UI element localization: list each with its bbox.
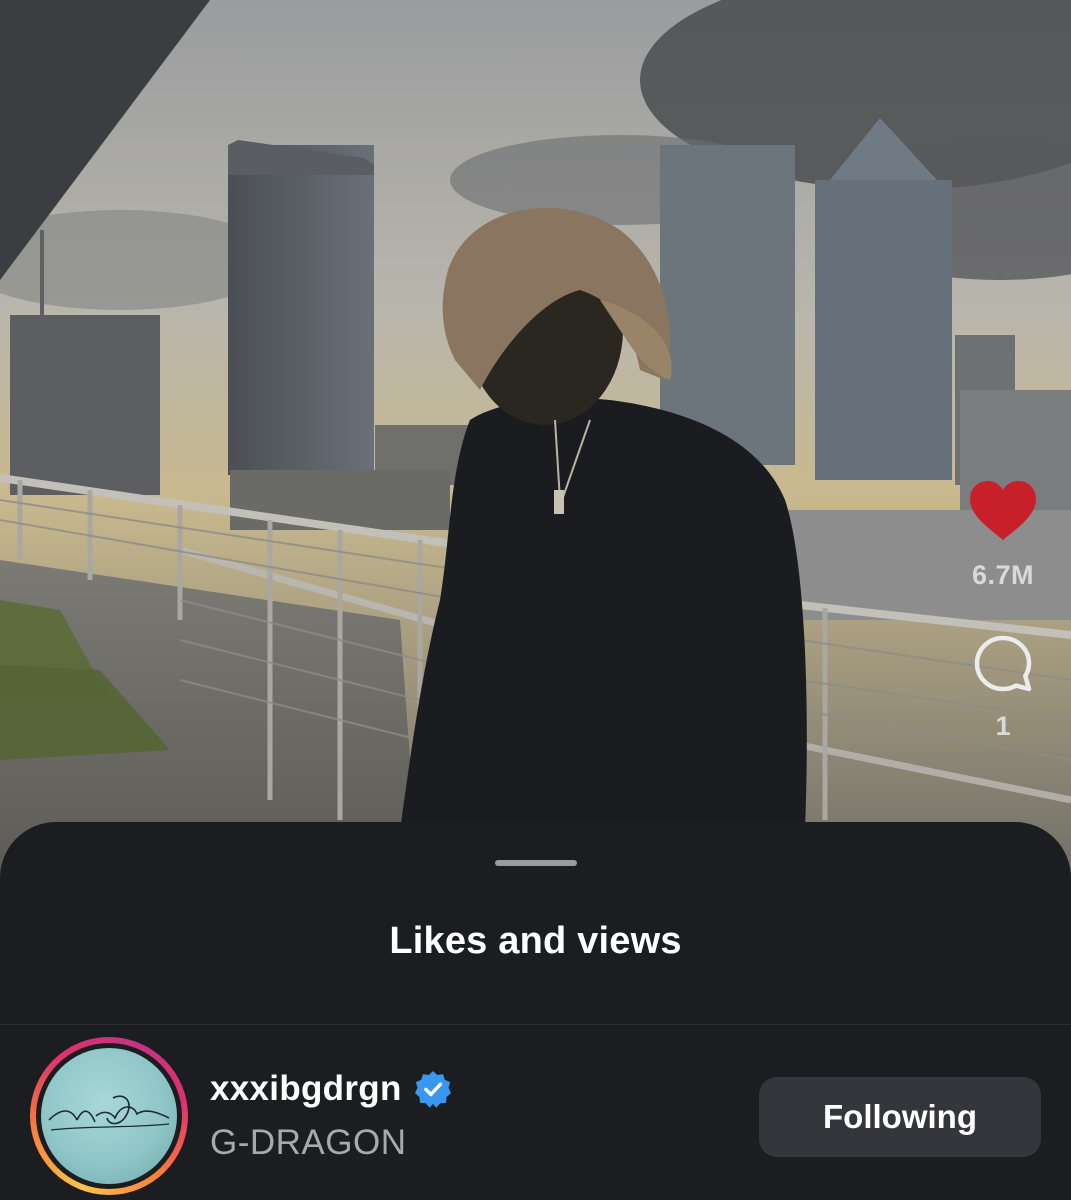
heart-filled-icon[interactable] <box>968 480 1038 542</box>
like-count[interactable]: 6.7M <box>972 560 1034 591</box>
following-button[interactable]: Following <box>759 1077 1041 1157</box>
story-ring[interactable] <box>30 1037 188 1195</box>
verified-badge-icon <box>414 1070 451 1108</box>
comment-bubble-icon[interactable] <box>972 633 1034 695</box>
comment-count[interactable]: 1 <box>995 711 1010 742</box>
username-line: xxxibgdrgn <box>210 1069 452 1109</box>
liker-list-item[interactable]: xxxibgdrgn G-DRAGON Following <box>0 1025 1071 1200</box>
reel-likes-screen: 6.7M 1 Likes and views xxxibgdrgn G-DRAG… <box>0 0 1071 1200</box>
avatar-signature-logo <box>48 1095 170 1131</box>
likes-bottom-sheet: Likes and views xxxibgdrgn G-DRAGON Foll… <box>0 822 1071 1200</box>
sheet-title: Likes and views <box>389 920 682 962</box>
reel-video[interactable]: 6.7M 1 <box>0 0 1071 900</box>
reel-side-actions: 6.7M 1 <box>963 480 1043 742</box>
sheet-grabber-handle[interactable] <box>495 860 577 866</box>
reel-video-frame <box>0 0 1071 900</box>
full-name: G-DRAGON <box>210 1123 407 1162</box>
avatar[interactable] <box>41 1048 177 1184</box>
username[interactable]: xxxibgdrgn <box>210 1069 402 1109</box>
